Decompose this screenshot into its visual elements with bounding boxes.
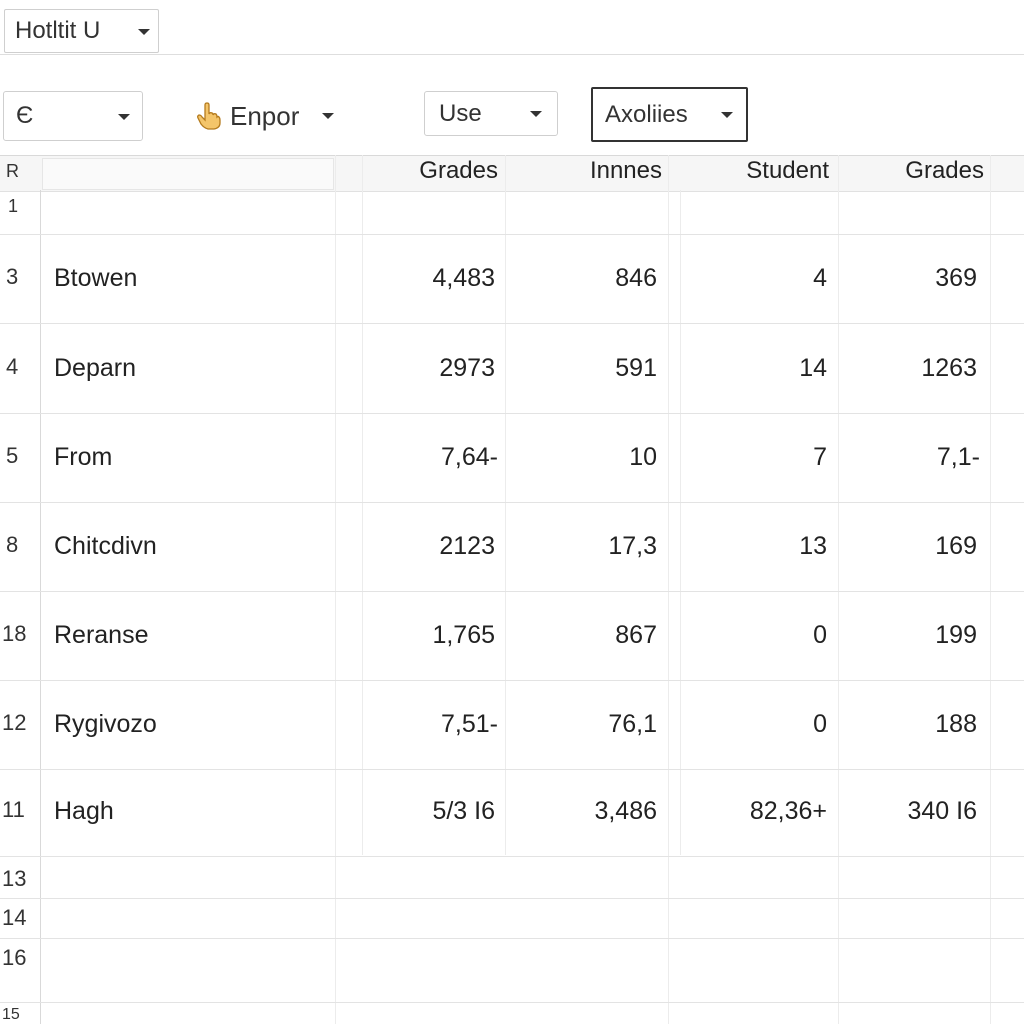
grid-line: [0, 938, 1024, 939]
row-number[interactable]: 11: [0, 797, 42, 823]
table-cell[interactable]: 846: [520, 264, 657, 293]
grid-line: [0, 591, 1024, 592]
grid-line: [0, 856, 1024, 857]
grid-line: [40, 190, 41, 1024]
row-number[interactable]: 5: [0, 443, 46, 469]
axes-dropdown-value: Axolіies: [605, 100, 688, 128]
table-cell[interactable]: 188: [850, 710, 977, 739]
grid-line: [0, 1002, 1024, 1003]
use-dropdown[interactable]: Use: [424, 91, 558, 136]
grid-line: [505, 155, 506, 855]
table-cell[interactable]: 2973: [360, 354, 495, 383]
row-number[interactable]: 8: [0, 532, 46, 558]
table-cell[interactable]: 82,36+: [680, 797, 827, 826]
row-number[interactable]: 18: [0, 621, 42, 647]
export-menu-label: Enpor: [230, 100, 300, 131]
chevron-down-icon: [138, 29, 150, 35]
table-cell[interactable]: 3,486: [520, 797, 657, 826]
table-cell[interactable]: 1263: [850, 354, 977, 383]
grid-line: [0, 680, 1024, 681]
grid-line: [335, 155, 336, 1024]
row-number[interactable]: 13: [0, 866, 42, 892]
table-cell[interactable]: 5/3 I6: [360, 797, 495, 826]
name-column-header: [42, 158, 334, 190]
table-cell[interactable]: 76,1: [520, 710, 657, 739]
use-dropdown-value: Use: [439, 99, 482, 127]
table-cell[interactable]: 2123: [360, 532, 495, 561]
corner-label: R: [6, 161, 19, 181]
table-cell[interactable]: 591: [520, 354, 657, 383]
row-number[interactable]: 1: [0, 196, 48, 217]
row-number[interactable]: 16: [0, 945, 42, 971]
grid-line: [668, 155, 669, 1024]
table-cell-name[interactable]: Reranse: [54, 621, 149, 650]
table-cell[interactable]: 7,64-: [360, 443, 498, 472]
table-cell[interactable]: 7: [680, 443, 827, 472]
axes-dropdown[interactable]: Axolіies: [591, 87, 748, 142]
table-cell[interactable]: 867: [520, 621, 657, 650]
table-cell-name[interactable]: Hagh: [54, 797, 114, 826]
column-header-grades[interactable]: Grades: [360, 157, 498, 185]
table-cell[interactable]: 14: [680, 354, 827, 383]
table-cell[interactable]: 369: [850, 264, 977, 293]
table-cell[interactable]: 0: [680, 710, 827, 739]
table-cell[interactable]: 13: [680, 532, 827, 561]
table-cell-name[interactable]: From: [54, 443, 112, 472]
row-number[interactable]: 12: [0, 710, 42, 736]
grid-line: [362, 155, 363, 855]
row-number[interactable]: 15: [0, 1006, 42, 1024]
chevron-down-icon: [530, 111, 542, 117]
spreadsheet-grid[interactable]: R Grades Innnes Student Grades 1 3 Btowe…: [0, 0, 1024, 1024]
table-cell[interactable]: 17,3: [520, 532, 657, 561]
grid-line: [0, 769, 1024, 770]
table-cell[interactable]: 340 I6: [850, 797, 977, 826]
table-cell[interactable]: 4,483: [360, 264, 495, 293]
chevron-down-icon: [721, 112, 733, 118]
table-cell[interactable]: 10: [520, 443, 657, 472]
column-header-student[interactable]: Student: [680, 157, 829, 185]
chevron-down-icon: [322, 113, 334, 119]
grid-line: [0, 323, 1024, 324]
font-dropdown[interactable]: Hotltit U: [4, 9, 159, 53]
grid-line: [0, 898, 1024, 899]
table-cell[interactable]: 7,1-: [850, 443, 980, 472]
row-number[interactable]: 4: [0, 354, 46, 380]
table-cell[interactable]: 1,765: [360, 621, 495, 650]
grid-line: [0, 234, 1024, 235]
style-dropdown[interactable]: Є: [3, 91, 143, 141]
column-header-grades-2[interactable]: Grades: [850, 157, 984, 185]
grid-line: [680, 190, 681, 855]
table-cell[interactable]: 0: [680, 621, 827, 650]
grid-line: [0, 502, 1024, 503]
column-header-innnes[interactable]: Innnes: [520, 157, 662, 185]
table-cell[interactable]: 4: [680, 264, 827, 293]
grid-line: [0, 413, 1024, 414]
table-cell-name[interactable]: Btowen: [54, 264, 137, 293]
row-number[interactable]: 14: [0, 905, 42, 931]
export-menu[interactable]: Enpor: [196, 96, 346, 136]
row-number[interactable]: 3: [0, 264, 46, 290]
grid-line: [990, 155, 991, 1024]
toolbar-divider: [0, 54, 1024, 55]
column-header-bar: [0, 155, 1024, 192]
table-cell[interactable]: 169: [850, 532, 977, 561]
table-cell-name[interactable]: Rygivozo: [54, 710, 157, 739]
chevron-down-icon: [118, 114, 130, 120]
table-cell-name[interactable]: Deparn: [54, 354, 136, 383]
table-cell[interactable]: 199: [850, 621, 977, 650]
style-dropdown-value: Є: [16, 102, 34, 129]
font-dropdown-value: Hotltit U: [15, 17, 101, 44]
hand-pointer-icon: [196, 102, 222, 130]
grid-line: [838, 155, 839, 1024]
table-cell-name[interactable]: Chitcdivn: [54, 532, 157, 561]
table-cell[interactable]: 7,51-: [360, 710, 498, 739]
